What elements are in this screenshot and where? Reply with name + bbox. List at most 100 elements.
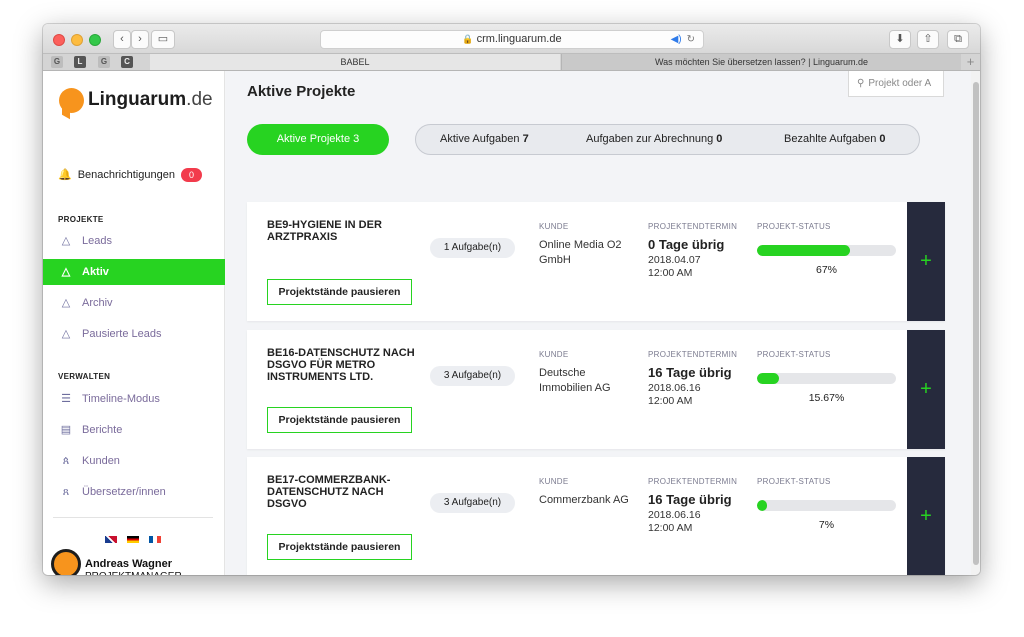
expand-plus-button[interactable]: + — [907, 457, 945, 575]
expand-plus-button[interactable]: + — [907, 330, 945, 449]
favicon-google-2[interactable]: G — [98, 56, 110, 68]
sidebar-item-timeline[interactable]: ☰ Timeline-Modus — [43, 386, 225, 412]
notifications-link[interactable]: 🔔 Benachrichtigungen 0 — [58, 168, 202, 183]
reload-icon[interactable]: ↻ — [687, 34, 695, 45]
sidebar: Linguarum.de 🔔 Benachrichtigungen 0 PROJEK… — [43, 71, 225, 575]
minimize-window-button[interactable] — [71, 34, 83, 46]
tab-aktive-aufgaben[interactable]: Aktive Aufgaben 7 — [440, 125, 529, 154]
expand-plus-button[interactable]: + — [907, 202, 945, 321]
scrollbar-thumb[interactable] — [973, 82, 979, 565]
tab-aufgaben-zur-abrechnung[interactable]: Aufgaben zur Abrechnung 0 — [586, 125, 722, 154]
url-text: crm.linguarum.de — [476, 33, 562, 45]
close-window-button[interactable] — [53, 34, 65, 46]
tab-label: Aufgaben zur Abrechnung — [586, 133, 714, 145]
progress-percent: 15.67% — [808, 392, 845, 404]
sidebar-item-leads[interactable]: △ Leads — [43, 228, 225, 254]
deadline-date: 2018.06.16 12:00 AM — [648, 509, 738, 535]
flag-de-icon[interactable] — [127, 536, 139, 544]
tasks-badge[interactable]: 3 Aufgabe(n) — [430, 493, 515, 513]
sidebar-item-aktiv[interactable]: △ Aktiv — [43, 259, 225, 285]
deadline-label: PROJEKTENDTERMIN — [648, 477, 738, 486]
sidebar-divider — [53, 517, 213, 518]
speaker-icon[interactable]: ◀︎) — [671, 34, 682, 45]
status-label: PROJEKT-STATUS — [757, 350, 831, 359]
tab-babel[interactable]: BABEL — [150, 54, 560, 70]
tabs-overview-icon[interactable]: ⧉ — [947, 30, 969, 49]
sidebar-toggle-icon[interactable]: ▭ — [151, 30, 175, 49]
project-card: BE9-HYGIENE IN DER ARZTPRAXIS Projektstä… — [247, 202, 945, 321]
sidebar-item-label: Timeline-Modus — [82, 393, 160, 405]
deadline-time: 12:00 AM — [648, 522, 693, 534]
sliders-icon: ☰ — [61, 393, 71, 405]
search-input[interactable]: ⚲ Projekt oder A — [848, 71, 944, 97]
progress-fill — [757, 245, 851, 256]
sidebar-item-kunden[interactable]: ጰ Kunden — [43, 448, 225, 474]
tab-bezahlte-aufgaben[interactable]: Bezahlte Aufgaben 0 — [784, 125, 886, 154]
tab-bar: G L G C BABEL Was möchten Sie übersetzen… — [43, 54, 980, 71]
notifications-badge: 0 — [180, 168, 202, 183]
sidebar-item-archiv[interactable]: △ Archiv — [43, 290, 225, 316]
address-bar[interactable]: 🔒 crm.linguarum.de ◀︎) ↻ — [320, 30, 704, 49]
forward-button[interactable]: › — [131, 30, 149, 49]
lock-icon: 🔒 — [462, 34, 474, 44]
progress-fill — [757, 373, 779, 384]
sidebar-item-label: Berichte — [82, 424, 123, 436]
avatar[interactable] — [51, 549, 81, 575]
sidebar-item-label: Aktiv — [82, 266, 109, 278]
progress-bar — [757, 373, 896, 384]
back-button[interactable]: ‹ — [113, 30, 131, 49]
user-icon: ጸ — [62, 486, 70, 498]
tab-count: 0 — [879, 133, 886, 145]
favicon-l[interactable]: L — [74, 56, 86, 68]
progress-bar — [757, 245, 896, 256]
tab-count: 0 — [716, 133, 723, 145]
page-title: Aktive Projekte — [247, 83, 356, 100]
deadline-label: PROJEKTENDTERMIN — [648, 350, 738, 359]
customer-name: Deutsche Immobilien AG — [539, 367, 611, 394]
sidebar-item-label: Kunden — [82, 455, 120, 467]
deadline-time: 12:00 AM — [648, 267, 693, 279]
tab-group: Aktive Aufgaben 7 Aufgaben zur Abrechnun… — [415, 124, 920, 155]
status-label: PROJEKT-STATUS — [757, 477, 831, 486]
customer-name: Commerzbank AG — [539, 494, 629, 506]
project-name[interactable]: BE9-HYGIENE IN DER ARZTPRAXIS — [267, 219, 417, 243]
search-icon: ⚲ — [857, 78, 865, 89]
tasks-badge[interactable]: 1 Aufgabe(n) — [430, 238, 515, 258]
main-content: Aktive Projekte ⚲ Projekt oder A Aktive A… — [226, 71, 971, 575]
tab-label: Bezahlte Aufgaben — [784, 133, 877, 145]
notifications-label: Benachrichtigungen — [77, 169, 175, 181]
tasks-badge[interactable]: 3 Aufgabe(n) — [430, 366, 515, 386]
pause-button[interactable]: Projektstände pausieren — [267, 534, 412, 560]
sidebar-item-uebersetzer[interactable]: ጸ Übersetzer/innen — [43, 479, 225, 505]
sidebar-item-label: Übersetzer/innen — [82, 486, 166, 498]
pause-button[interactable]: Projektstände pausieren — [267, 407, 412, 433]
customer-name: Online Media O2 GmbH — [539, 239, 622, 266]
progress-fill — [757, 500, 767, 511]
days-left: 16 Tage übrig — [648, 365, 732, 380]
tab-aktive-projekte[interactable]: Aktive Projekte 3 — [247, 124, 389, 155]
project-name[interactable]: BE17-COMMERZBANK-DATENSCHUTZ NACH DSGVO — [267, 474, 417, 510]
pause-button[interactable]: Projektstände pausieren — [267, 279, 412, 305]
users-icon: ጰ — [62, 455, 70, 467]
favicon-c[interactable]: C — [121, 56, 133, 68]
zoom-window-button[interactable] — [89, 34, 101, 46]
sidebar-item-label: Leads — [82, 235, 112, 247]
logo-tld: .de — [186, 89, 213, 110]
flag-uk-icon[interactable] — [105, 536, 117, 544]
triangle-icon: △ — [61, 297, 71, 309]
language-switcher — [105, 535, 171, 544]
share-icon[interactable]: ⇧ — [917, 30, 939, 49]
flag-fr-icon[interactable] — [149, 536, 161, 544]
project-name[interactable]: BE16-DATENSCHUTZ NACH DSGVO FÜR METRO IN… — [267, 347, 417, 383]
new-tab-icon[interactable]: + — [961, 54, 980, 70]
logo[interactable]: Linguarum.de — [88, 89, 213, 111]
downloads-icon[interactable]: ⬇ — [889, 30, 911, 49]
sidebar-item-berichte[interactable]: ▤ Berichte — [43, 417, 225, 443]
sidebar-item-label: Archiv — [82, 297, 113, 309]
document-icon: ▤ — [60, 424, 72, 436]
favicon-google[interactable]: G — [51, 56, 63, 68]
deadline-day: 2018.04.07 — [648, 254, 701, 266]
sidebar-item-pausierte-leads[interactable]: △ Pausierte Leads — [43, 321, 225, 347]
deadline-date: 2018.06.16 12:00 AM — [648, 382, 738, 408]
tab-linguarum[interactable]: Was möchten Sie übersetzen lassen? | Lin… — [561, 54, 961, 70]
